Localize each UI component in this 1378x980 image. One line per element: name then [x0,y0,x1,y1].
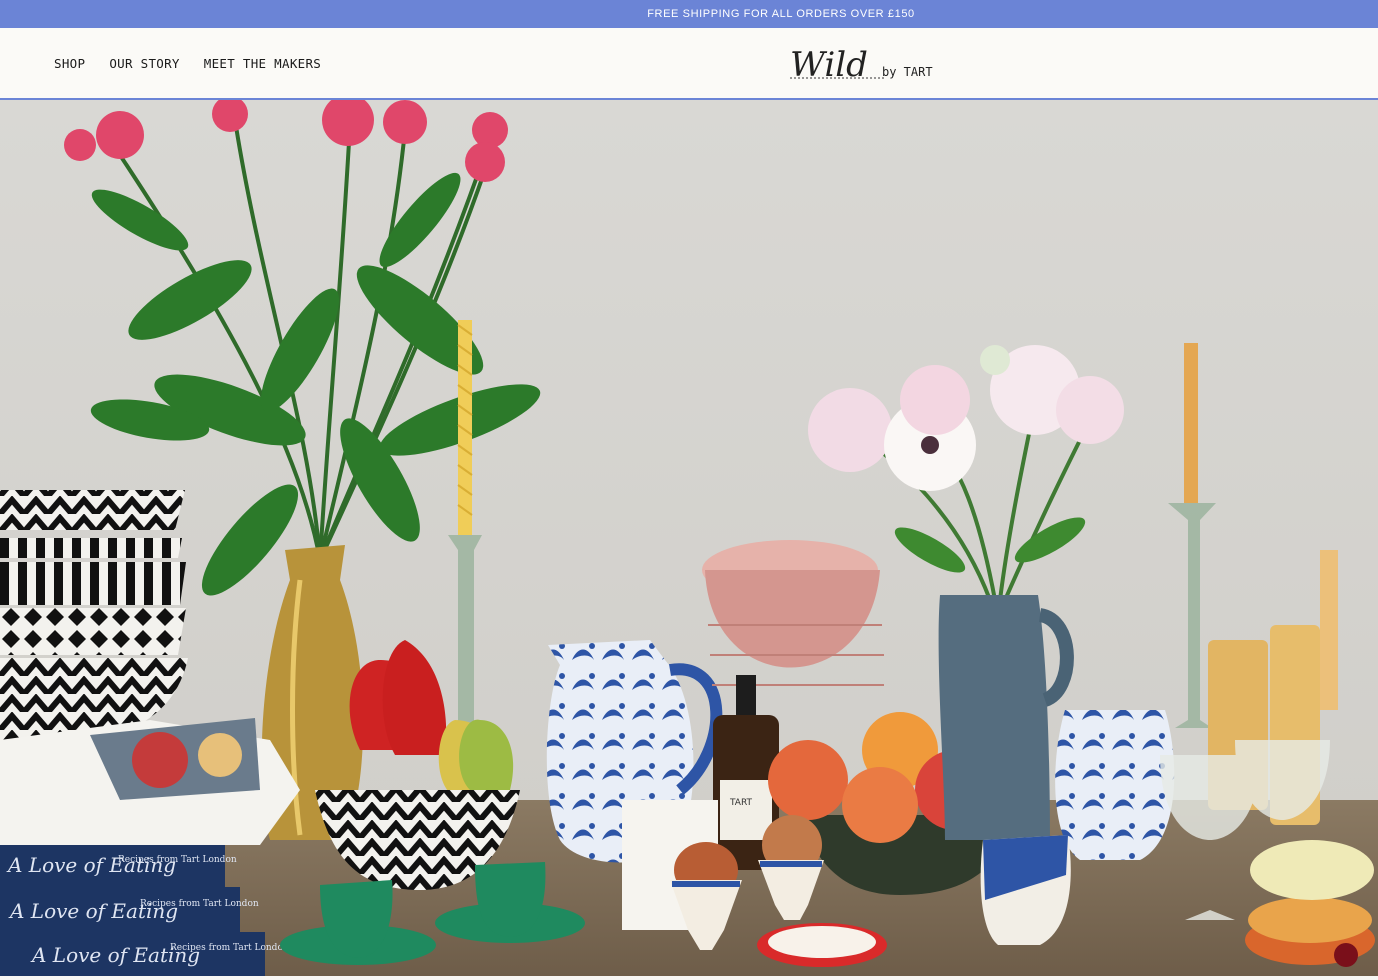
hero-illustration: A Love of Eating A Love of Eating A Love… [0,94,1378,976]
main-nav: SHOP OUR STORY MEET THE MAKERS [54,56,321,71]
open-cookbook [0,718,300,845]
nav-shop[interactable]: SHOP [54,56,85,71]
small-blue-jug [1055,710,1175,860]
nav-meet-the-makers[interactable]: MEET THE MAKERS [204,56,321,71]
site-header: SHOP OUR STORY MEET THE MAKERS Wild by T… [0,28,1378,100]
nav-our-story[interactable]: OUR STORY [109,56,179,71]
promo-bar: FREE SHIPPING FOR ALL ORDERS OVER £150 [0,0,1378,28]
book-subtitle-3: Recipes from Tart London [170,943,289,953]
cherry [1334,943,1358,967]
promo-text: FREE SHIPPING FOR ALL ORDERS OVER £150 [647,8,915,20]
book-subtitle-2: Recipes from Tart London [140,899,259,909]
small-candle-right [1320,550,1338,710]
site-logo[interactable]: Wild [784,38,954,88]
hero-image: A Love of Eating A Love of Eating A Love… [0,94,1378,976]
logo-script: Wild [790,45,868,85]
book-subtitle-1: Recipes from Tart London [118,855,237,865]
bottle-label: TART [729,798,753,808]
logo-mark: Wild [790,45,884,85]
logo-tail: by TART [882,65,933,79]
orange-candle [1184,343,1198,503]
